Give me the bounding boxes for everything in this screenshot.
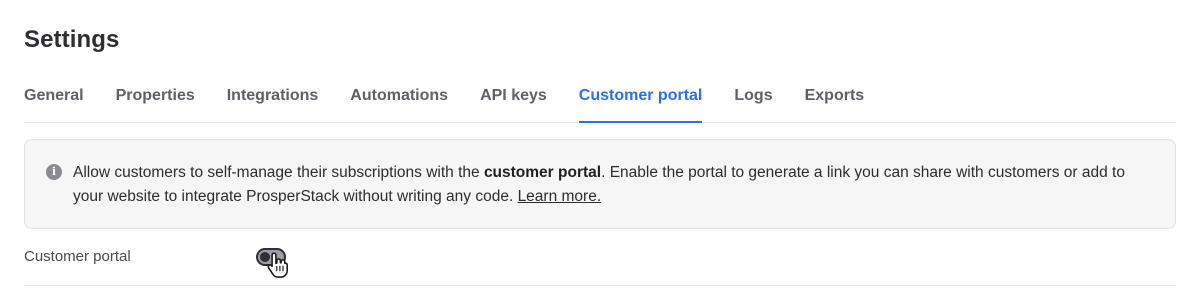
- customer-portal-label: Customer portal: [24, 248, 131, 265]
- customer-portal-setting-row: Customer portal: [24, 229, 1176, 286]
- tab-label: Automations: [350, 87, 449, 104]
- tab-label: Properties: [115, 87, 195, 104]
- info-callout: i Allow customers to self-manage their s…: [24, 139, 1176, 229]
- learn-more-link[interactable]: Learn more.: [518, 188, 602, 205]
- tab-customer-portal[interactable]: Customer portal: [578, 70, 703, 123]
- tab-label: General: [24, 87, 84, 104]
- info-text-emphasis: customer portal: [483, 164, 602, 181]
- page-title: Settings: [24, 26, 120, 53]
- tab-label: Integrations: [226, 87, 319, 104]
- info-icon: i: [46, 164, 62, 180]
- tab-exports[interactable]: Exports: [805, 70, 865, 122]
- tab-general[interactable]: General: [24, 70, 84, 122]
- tab-integrations[interactable]: Integrations: [227, 70, 319, 122]
- tab-label: API keys: [480, 87, 547, 104]
- info-text: Allow customers to self-manage their sub…: [73, 164, 1125, 205]
- settings-tabs: General Properties Integrations Automati…: [24, 70, 1176, 123]
- tab-properties[interactable]: Properties: [116, 70, 195, 122]
- tab-label: Customer portal: [578, 87, 703, 104]
- tab-api-keys[interactable]: API keys: [480, 70, 547, 122]
- hand-pointer-icon: [267, 252, 288, 278]
- settings-page: Settings General Properties Integrations…: [0, 0, 1200, 300]
- tab-logs[interactable]: Logs: [734, 70, 772, 122]
- tab-automations[interactable]: Automations: [350, 70, 448, 122]
- tab-label: Logs: [734, 87, 773, 104]
- tab-label: Exports: [804, 87, 865, 104]
- info-text-intro: Allow customers to self-manage their sub…: [73, 164, 484, 181]
